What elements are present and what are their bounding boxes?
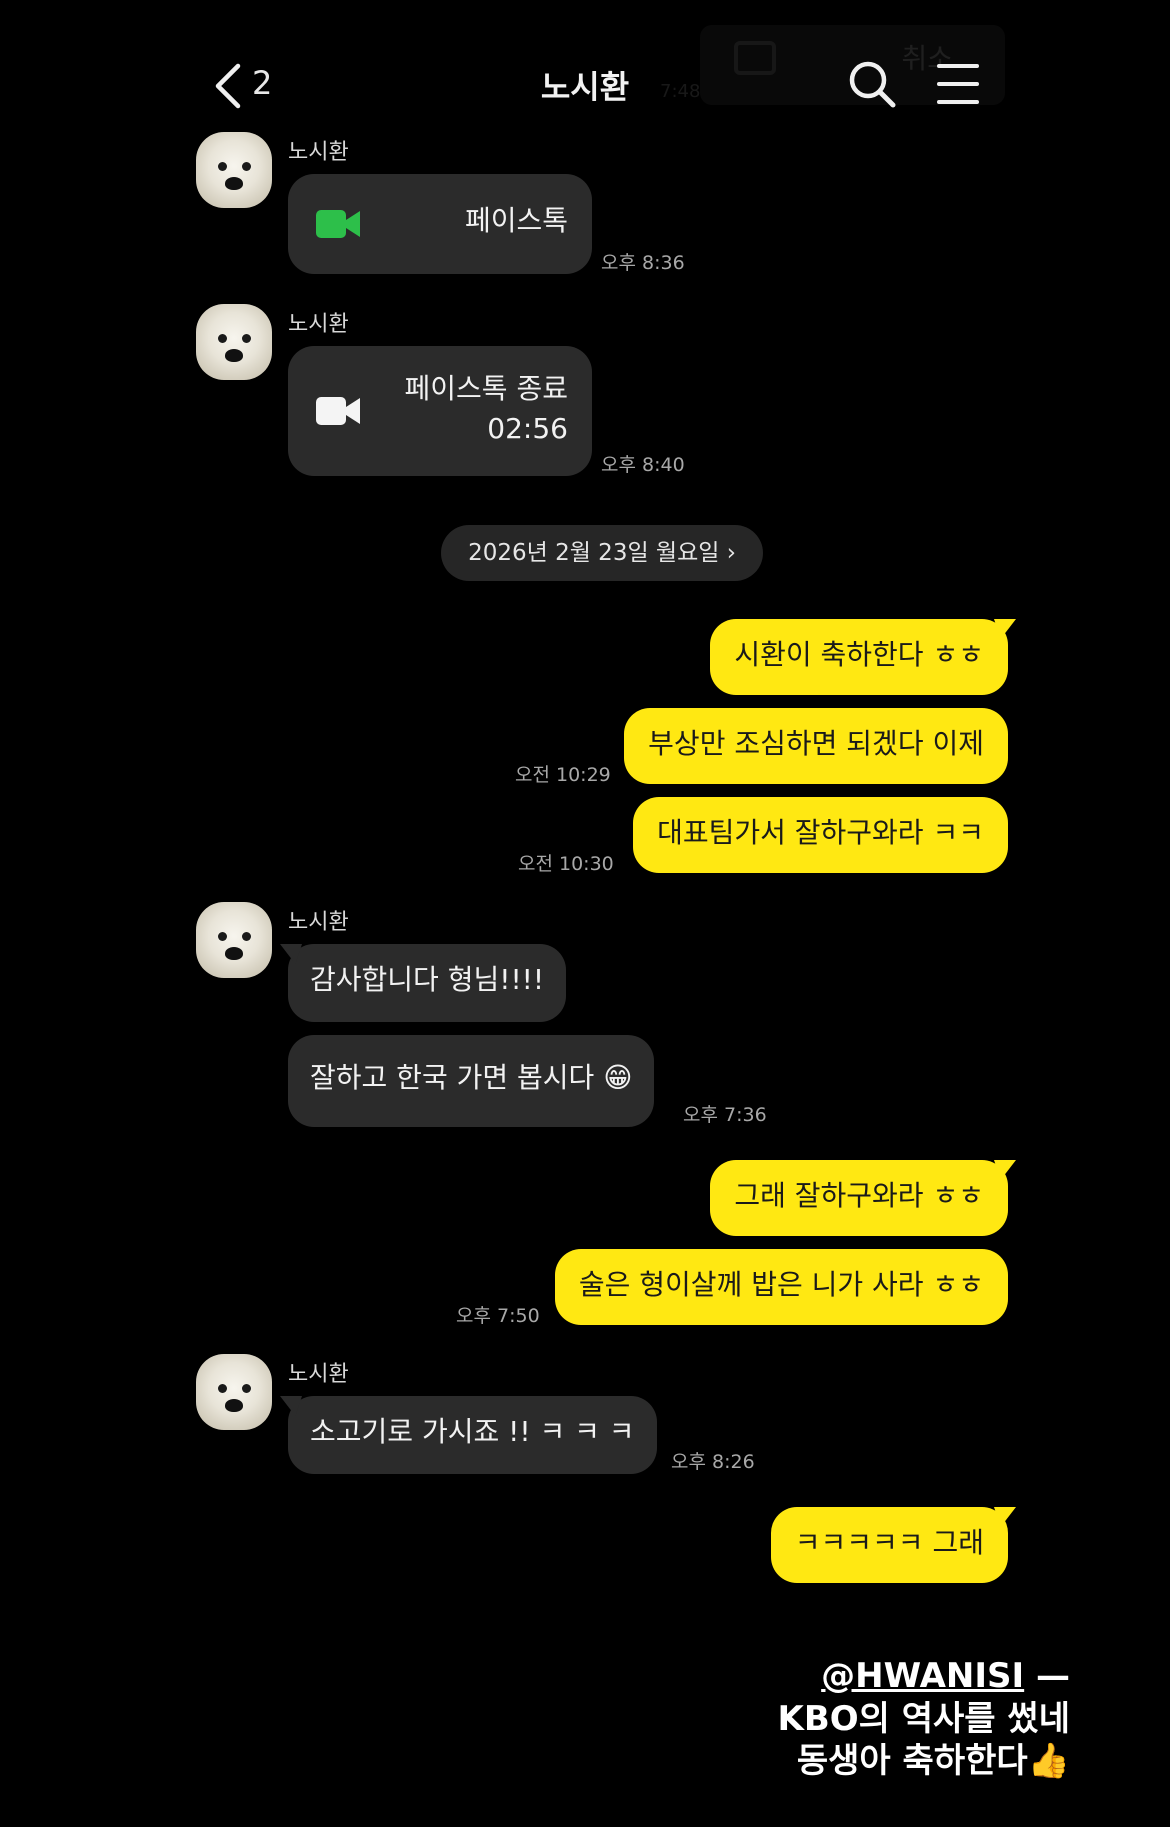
avatar[interactable] bbox=[196, 902, 272, 978]
story-caption: @HWANISI — KBO의 역사를 썼네 동생아 축하한다👍 bbox=[777, 1655, 1070, 1783]
video-camera-icon bbox=[316, 397, 360, 425]
call-duration: 02:56 bbox=[487, 412, 568, 445]
outgoing-message[interactable]: 그래 잘하구와라 ㅎㅎ bbox=[710, 1160, 1008, 1236]
caption-dash: — bbox=[1024, 1656, 1070, 1696]
facetalk-ended-message[interactable]: 페이스톡 종료 02:56 bbox=[288, 346, 592, 476]
sender-name: 노시환 bbox=[288, 140, 349, 165]
message-time: 오후 8:36 bbox=[601, 252, 685, 274]
caption-line: 동생아 축하한다👍 bbox=[796, 1741, 1070, 1781]
message-time: 오전 10:30 bbox=[518, 853, 614, 875]
caption-line: KBO의 역사를 썼네 bbox=[777, 1698, 1070, 1739]
avatar[interactable] bbox=[196, 304, 272, 380]
outgoing-message[interactable]: 술은 형이살께 밥은 니가 사라 ㅎㅎ bbox=[554, 1249, 1008, 1325]
date-separator[interactable]: 2026년 2월 23일 월요일 › bbox=[441, 525, 763, 581]
avatar[interactable] bbox=[196, 132, 272, 208]
sender-name: 노시환 bbox=[288, 1362, 349, 1387]
facetalk-ended-label: 페이스톡 종료 bbox=[404, 372, 568, 405]
outgoing-message[interactable]: ㅋㅋㅋㅋㅋ 그래 bbox=[770, 1507, 1008, 1583]
incoming-message[interactable]: 소고기로 가시죠 !! ㅋ ㅋ ㅋ bbox=[288, 1396, 657, 1474]
message-time: 오후 7:50 bbox=[456, 1305, 540, 1327]
incoming-message[interactable]: 잘하고 한국 가면 봅시다 😁 bbox=[288, 1035, 655, 1127]
search-icon[interactable] bbox=[846, 58, 898, 110]
date-separator-label: 2026년 2월 23일 월요일 bbox=[468, 540, 720, 566]
facetalk-label: 페이스톡 bbox=[464, 204, 568, 237]
chevron-right-icon: › bbox=[726, 540, 736, 566]
outgoing-message[interactable]: 시환이 축하한다 ㅎㅎ bbox=[710, 619, 1008, 695]
message-time: 오후 7:36 bbox=[683, 1104, 767, 1126]
outgoing-message[interactable]: 대표팀가서 잘하구와라 ㅋㅋ bbox=[633, 797, 1008, 873]
incoming-message[interactable]: 감사합니다 형님!!!! bbox=[288, 944, 567, 1022]
facetalk-message[interactable]: 페이스톡 bbox=[288, 174, 592, 274]
message-time: 오전 10:29 bbox=[515, 764, 611, 786]
sender-name: 노시환 bbox=[288, 910, 349, 935]
outgoing-message[interactable]: 부상만 조심하면 되겠다 이제 bbox=[624, 708, 1008, 784]
avatar[interactable] bbox=[196, 1354, 272, 1430]
chat-title: 노시환 bbox=[540, 68, 630, 106]
menu-icon[interactable] bbox=[937, 64, 979, 104]
message-time: 오후 8:26 bbox=[671, 1451, 755, 1473]
mention-handle[interactable]: @HWANISI bbox=[821, 1656, 1024, 1696]
message-time: 오후 8:40 bbox=[601, 454, 685, 476]
video-camera-icon bbox=[316, 210, 360, 238]
sender-name: 노시환 bbox=[288, 312, 349, 337]
